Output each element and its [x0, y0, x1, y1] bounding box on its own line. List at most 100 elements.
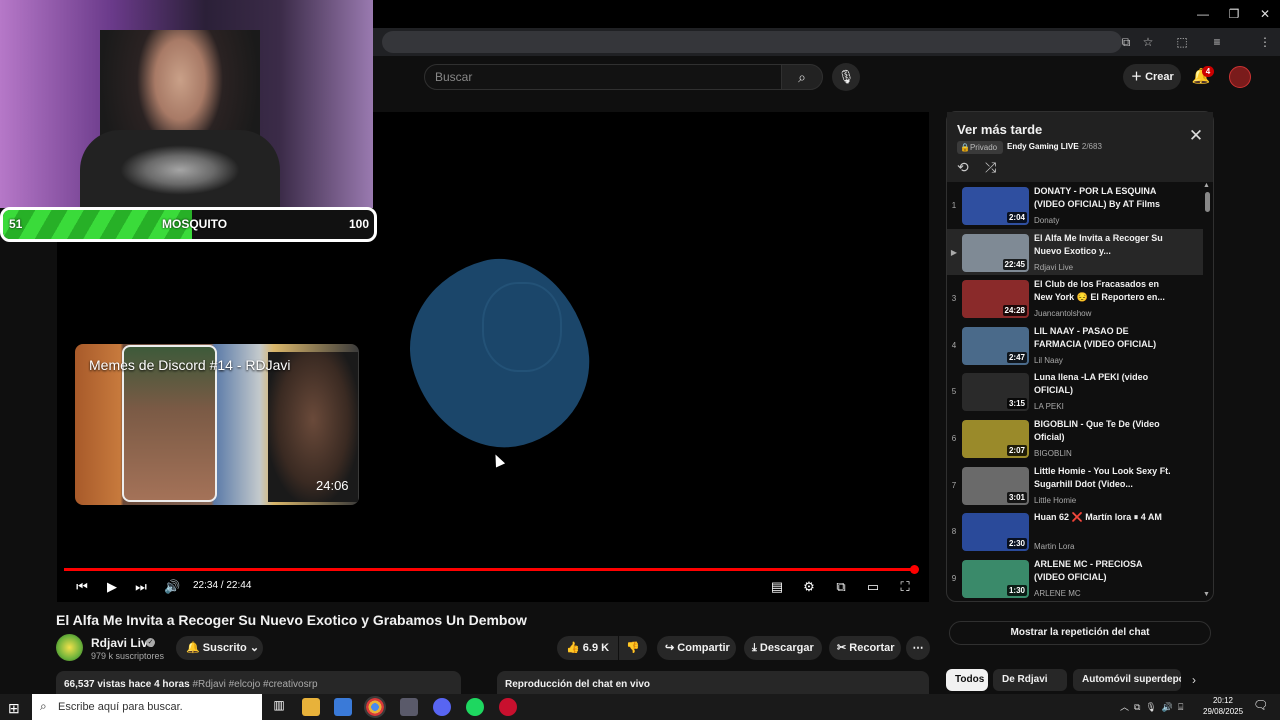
endscreen-title: Memes de Discord #14 - RDJavi [89, 357, 291, 373]
scroll-down-icon[interactable]: ▼ [1203, 591, 1210, 598]
account-avatar[interactable] [1229, 66, 1251, 88]
endscreen-duration: 24:06 [316, 478, 349, 493]
notifications-badge: 4 [1202, 66, 1214, 77]
dislike-button[interactable]: 👎 [619, 636, 647, 660]
download-label: Descargar [759, 642, 814, 654]
description-box[interactable]: 66,537 vistas hace 4 horas #Rdjavi #elco… [56, 671, 461, 695]
playlist-item-channel: Lil Naay [1034, 356, 1063, 365]
settings-gear-icon[interactable]: ⚙ [800, 579, 818, 595]
playlist-item-title[interactable]: LIL NAAY - PASAO DE FARMACIA (VIDEO OFIC… [1034, 325, 1174, 351]
playlist-owner[interactable]: Endy Gaming LIVE [1007, 142, 1079, 151]
more-actions-button[interactable]: ⋯ [906, 636, 930, 660]
playlist-item-title[interactable]: BIGOBLIN - Que Te De (Video Oficial) [1034, 418, 1174, 444]
playlist-item-channel: ARLENE MC [1034, 589, 1081, 598]
playlist-item-title[interactable]: Luna llena -LA PEKI (video OFICIAL) [1034, 371, 1174, 397]
playlist-item-title[interactable]: ARLENE MC - PRECIOSA (VIDEO OFICIAL) [1034, 558, 1174, 584]
search-button[interactable]: ⌕ [781, 64, 823, 90]
bookmark-star-icon[interactable]: ☆ [1139, 33, 1157, 51]
play-icon[interactable]: ▶ [104, 579, 120, 595]
playlist-item-thumbnail[interactable]: 2:07 [962, 420, 1029, 458]
system-tray-icons[interactable]: ︿⧉🎙🔊⌸ [1120, 700, 1188, 713]
playlist-item-title[interactable]: El Alfa Me Invita a Recoger Su Nuevo Exo… [1034, 232, 1174, 258]
playlist-item-thumbnail[interactable]: 3:15 [962, 373, 1029, 411]
playlist-item-index: 4 [951, 341, 957, 350]
playlist-title[interactable]: Ver más tarde [957, 122, 1042, 137]
channel-avatar[interactable] [56, 634, 83, 661]
voice-search-button[interactable]: 🎙 [832, 63, 860, 91]
close-window-icon[interactable]: ✕ [1250, 0, 1280, 28]
progress-scrubber[interactable] [910, 565, 919, 574]
store-icon[interactable] [334, 698, 352, 716]
fullscreen-icon[interactable]: ⛶ [896, 579, 914, 595]
chevron-right-icon[interactable]: › [1192, 673, 1196, 687]
chip-cars[interactable]: Automóvil superdeport [1073, 669, 1181, 691]
health-current: 51 [9, 217, 23, 231]
next-icon[interactable]: ⏭ [133, 579, 149, 595]
search-input[interactable]: Buscar [424, 64, 782, 90]
chrome-menu-icon[interactable]: ⋮ [1256, 33, 1274, 51]
subtitles-icon[interactable]: ▤ [768, 579, 786, 595]
playlist-item-title[interactable]: Little Homie - You Look Sexy Ft. Sugarhi… [1034, 465, 1174, 491]
scroll-up-icon[interactable]: ▲ [1203, 182, 1210, 189]
notification-center-icon[interactable]: 🗨 [1253, 698, 1268, 712]
playlist-item-thumbnail[interactable]: 2:30 [962, 513, 1029, 551]
shuffle-icon[interactable]: ⤮ [985, 159, 996, 176]
playlist-item-thumbnail[interactable]: 2:47 [962, 327, 1029, 365]
chrome-taskbar-icon[interactable] [364, 696, 386, 718]
media-control-icon[interactable]: ≡ [1208, 33, 1226, 51]
loop-icon[interactable]: ⟲ [957, 159, 969, 176]
clock-time: 20:12 [1212, 696, 1234, 705]
search-icon: ⌕ [798, 69, 806, 85]
create-button[interactable]: ＋ Crear [1123, 64, 1181, 90]
theater-mode-icon[interactable]: ▭ [864, 579, 882, 595]
chip-all[interactable]: Todos [946, 669, 988, 691]
restore-icon[interactable]: ❐ [1219, 0, 1249, 28]
taskbar-search-input[interactable]: Escribe aquí para buscar. [32, 694, 262, 720]
playlist-item-thumbnail[interactable]: 22:45 [962, 234, 1029, 272]
discord-icon[interactable] [433, 698, 451, 716]
clip-button[interactable]: ✂ Recortar [829, 636, 901, 660]
taskbar-search-icon: ⌕ [40, 699, 47, 713]
file-explorer-icon[interactable] [302, 698, 320, 716]
chat-replay-header[interactable]: Reproducción del chat en vivo [497, 671, 929, 695]
hashtags[interactable]: #Rdjavi #elcojo #creativosrp [192, 679, 317, 690]
share-button[interactable]: ↪ Compartir [657, 636, 736, 660]
playlist-item-title[interactable]: Huan 62 ❌ Martín lora ⏸ 4 AM [1034, 511, 1174, 524]
playlist-item-thumbnail[interactable]: 3:01 [962, 467, 1029, 505]
playlist-item-duration: 2:07 [1006, 445, 1027, 456]
playlist-item-title[interactable]: El Club de los Fracasados en New York 😔 … [1034, 278, 1174, 304]
download-button[interactable]: ⤓ Descargar [744, 636, 822, 660]
playlist-item-title[interactable]: DONATY - POR LA ESQUINA (VIDEO OFICIAL) … [1034, 185, 1174, 211]
spotify-icon[interactable] [466, 698, 484, 716]
chevron-down-icon: ⌄ [246, 642, 260, 654]
minimize-icon[interactable]: — [1188, 0, 1218, 28]
channel-name[interactable]: Rdjavi Live [91, 636, 154, 650]
like-button[interactable]: 👍 6.9 K [557, 636, 618, 660]
playlist-item-duration: 1:30 [1006, 585, 1027, 596]
show-chat-replay-button[interactable]: Mostrar la repetición del chat [949, 621, 1211, 645]
miniplayer-icon[interactable]: ⧉ [832, 579, 850, 595]
recording-app-icon[interactable] [499, 698, 517, 716]
extensions-icon[interactable]: ⬚ [1173, 33, 1191, 51]
close-icon[interactable]: ✕ [1186, 126, 1206, 146]
playlist-item-thumbnail[interactable]: 1:30 [962, 560, 1029, 598]
address-bar[interactable] [382, 31, 1122, 53]
volume-icon[interactable]: 🔊 [164, 579, 180, 595]
playlist-item-duration: 3:15 [1006, 398, 1027, 409]
subscribed-button[interactable]: 🔔 Suscrito ⌄ [176, 636, 263, 660]
app-icon[interactable] [400, 698, 418, 716]
previous-icon[interactable]: ⏮ [74, 579, 90, 595]
playlist-item-thumbnail[interactable]: 2:04 [962, 187, 1029, 225]
taskbar-clock[interactable]: 20:12 29/08/2025 [1203, 695, 1243, 717]
bell-icon: 🔔 [186, 642, 203, 654]
playlist-scrollbar[interactable] [1205, 192, 1210, 212]
progress-bar[interactable] [64, 568, 914, 571]
privacy-badge: 🔒Privado [957, 141, 1003, 154]
windows-start-icon[interactable]: ⊞ [8, 700, 20, 717]
chip-channel[interactable]: De Rdjavi Live [993, 669, 1067, 707]
playlist-item-thumbnail[interactable]: 24:28 [962, 280, 1029, 318]
task-view-icon[interactable]: ▥ [270, 698, 288, 716]
playlist-item-index: 8 [951, 527, 957, 536]
playlist-item-index: ▶ [950, 248, 958, 257]
install-app-icon[interactable]: ⧉ [1117, 33, 1135, 51]
